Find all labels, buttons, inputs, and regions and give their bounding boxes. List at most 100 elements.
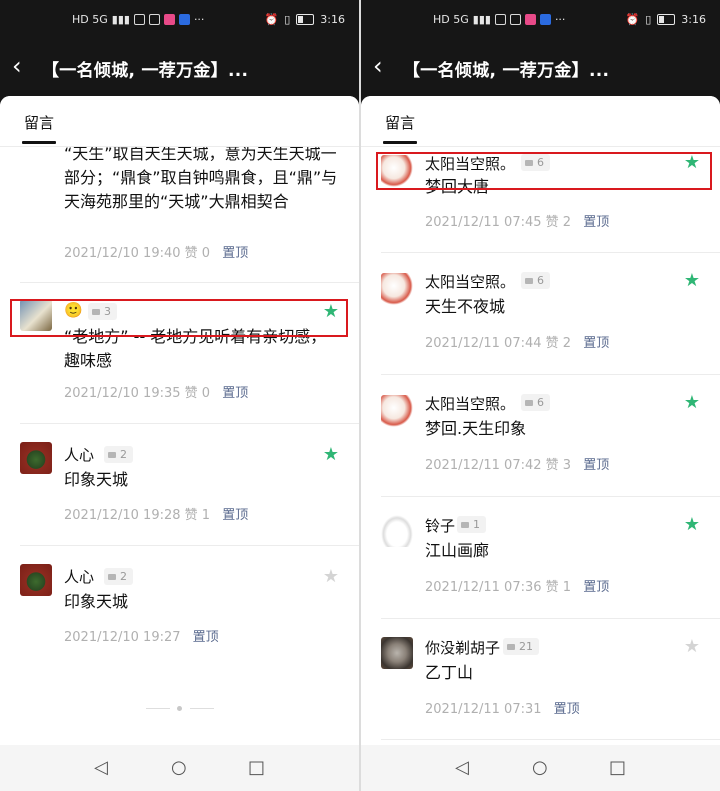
star-icon[interactable]: ★ <box>684 394 700 412</box>
pin-button[interactable]: 置顶 <box>193 630 219 645</box>
comment-content: “天生”取自天生天城，意为天生天城一部分；“鼎食”取自钟鸣鼎食，且“鼎”与天海苑… <box>64 144 338 211</box>
nav-recent-icon[interactable]: □ <box>248 757 265 778</box>
pin-button[interactable]: 置顶 <box>222 508 248 523</box>
loader-line <box>190 708 214 709</box>
nav-home-icon[interactable]: ○ <box>171 757 187 778</box>
pin-button[interactable]: 置顶 <box>222 246 248 261</box>
comment-time: 2021/12/11 07:42 <box>425 458 542 473</box>
status-right-icons: ⏰ ▯ 3:16 <box>265 13 345 26</box>
back-arrow-icon[interactable]: ‹ <box>12 52 22 80</box>
comment-icon <box>507 644 515 650</box>
vibrate-icon: ▯ <box>284 13 291 26</box>
tab-indicator <box>383 141 417 144</box>
battery-icon <box>657 14 676 25</box>
avatar[interactable] <box>381 273 413 305</box>
comment-time: 2021/12/11 07:44 <box>425 336 542 351</box>
comment-icon <box>108 452 116 458</box>
comment-icon <box>108 574 116 580</box>
comment-meta: 2021/12/11 07:42 赞 3 置顶 <box>425 454 609 473</box>
reply-count: 1 <box>473 518 480 531</box>
reply-count: 6 <box>537 396 544 409</box>
comment-icon <box>461 522 469 528</box>
comment-item: 铃子 1 ★ 江山画廊 2021/12/11 07:36 赞 1 置顶 <box>361 497 720 618</box>
tab-comments[interactable]: 留言 <box>385 112 415 133</box>
comment-content: 印象天城 <box>64 470 129 489</box>
comment-time: 2021/12/10 19:27 <box>64 630 181 645</box>
loader-dot <box>177 706 182 711</box>
pin-button[interactable]: 置顶 <box>583 458 609 473</box>
reply-count-badge[interactable]: 6 <box>521 272 550 289</box>
comment-time: 2021/12/11 07:31 <box>425 702 542 717</box>
comment-content: 天生不夜城 <box>425 297 506 316</box>
comment-content: 梦回.天生印象 <box>425 419 527 438</box>
pin-button[interactable]: 置顶 <box>583 580 609 595</box>
comment-time: 2021/12/10 19:40 <box>64 246 181 261</box>
highlight-box <box>10 299 348 337</box>
status-left-icons: HD 5G ▮▮▮ ··· <box>72 13 204 26</box>
reply-count: 6 <box>537 274 544 287</box>
status-time: 3:16 <box>320 13 345 26</box>
tab-indicator <box>22 141 56 144</box>
comments-panel: 留言 “天生”取自天生天城，意为天生天城一部分；“鼎食”取自钟鸣鼎食，且“鼎”与… <box>0 96 359 745</box>
star-icon[interactable]: ★ <box>684 516 700 534</box>
star-icon[interactable]: ★ <box>684 272 700 290</box>
app-icon <box>494 14 506 25</box>
app-icon <box>133 14 145 25</box>
status-time: 3:16 <box>681 13 706 26</box>
comment-content: 乙丁山 <box>425 663 474 682</box>
star-icon[interactable]: ★ <box>323 568 339 586</box>
app-icon <box>539 14 551 25</box>
pin-button[interactable]: 置顶 <box>222 386 248 401</box>
comment-item: 人心 2 ★ 印象天城 2021/12/10 19:27 置顶 <box>0 546 359 656</box>
reply-count-badge[interactable]: 1 <box>457 516 486 533</box>
reply-count-badge[interactable]: 2 <box>104 446 133 463</box>
avatar[interactable] <box>381 637 413 669</box>
system-nav-bar: ◁ ○ □ <box>361 745 720 791</box>
signal-icon: ▮▮▮ <box>111 13 130 26</box>
comment-meta: 2021/12/11 07:44 赞 2 置顶 <box>425 332 609 351</box>
reply-count-badge[interactable]: 2 <box>104 568 133 585</box>
commenter-name[interactable]: 太阳当空照。 <box>425 271 515 292</box>
nav-home-icon[interactable]: ○ <box>532 757 548 778</box>
star-icon[interactable]: ★ <box>684 638 700 656</box>
pin-button[interactable]: 置顶 <box>554 702 580 717</box>
reply-count-badge[interactable]: 21 <box>503 638 539 655</box>
avatar[interactable] <box>381 395 413 427</box>
comment-meta: 2021/12/11 07:36 赞 1 置顶 <box>425 576 609 595</box>
star-icon[interactable]: ★ <box>323 446 339 464</box>
comment-content: 印象天城 <box>64 592 129 611</box>
avatar[interactable] <box>20 564 52 596</box>
back-arrow-icon[interactable]: ‹ <box>373 52 383 80</box>
nav-back-icon[interactable]: ◁ <box>455 757 469 778</box>
pin-button[interactable]: 置顶 <box>583 336 609 351</box>
reply-count: 21 <box>519 640 533 653</box>
tab-comments[interactable]: 留言 <box>24 112 54 133</box>
commenter-name[interactable]: 太阳当空照。 <box>425 393 515 414</box>
app-icon <box>148 14 160 25</box>
nav-bar: ‹ 【一名倾城, 一荐万金】... <box>361 42 720 92</box>
pin-button[interactable]: 置顶 <box>583 215 609 230</box>
signal-icon: ▮▮▮ <box>472 13 491 26</box>
avatar[interactable] <box>381 515 413 547</box>
commenter-name[interactable]: 人心 <box>64 444 94 465</box>
alarm-icon: ⏰ <box>264 13 279 26</box>
comment-likes: 赞 2 <box>545 336 572 351</box>
nav-back-icon[interactable]: ◁ <box>94 757 108 778</box>
status-left-icons: HD 5G ▮▮▮ ··· <box>433 13 565 26</box>
comment-meta: 2021/12/10 19:35 赞 0 置顶 <box>64 382 248 401</box>
comment-time: 2021/12/10 19:28 <box>64 508 181 523</box>
comment-likes: 赞 3 <box>545 458 572 473</box>
nav-recent-icon[interactable]: □ <box>609 757 626 778</box>
commenter-name[interactable]: 铃子 <box>425 515 455 536</box>
comments-panel: 留言 太阳当空照。 6 ★ 梦回大唐 2021/12/11 07:45 赞 2 … <box>361 96 720 745</box>
comment-meta: 2021/12/10 19:28 赞 1 置顶 <box>64 504 248 523</box>
tab-bar: 留言 <box>361 96 720 147</box>
system-nav-bar: ◁ ○ □ <box>0 745 359 791</box>
reply-count-badge[interactable]: 6 <box>521 394 550 411</box>
avatar[interactable] <box>20 442 52 474</box>
status-bar: HD 5G ▮▮▮ ··· ⏰ ▯ 3:16 <box>0 0 359 42</box>
comment-likes: 赞 1 <box>545 580 572 595</box>
commenter-name[interactable]: 人心 <box>64 566 94 587</box>
comment-likes: 赞 0 <box>184 246 211 261</box>
commenter-name[interactable]: 你没剃胡子 <box>425 637 500 658</box>
